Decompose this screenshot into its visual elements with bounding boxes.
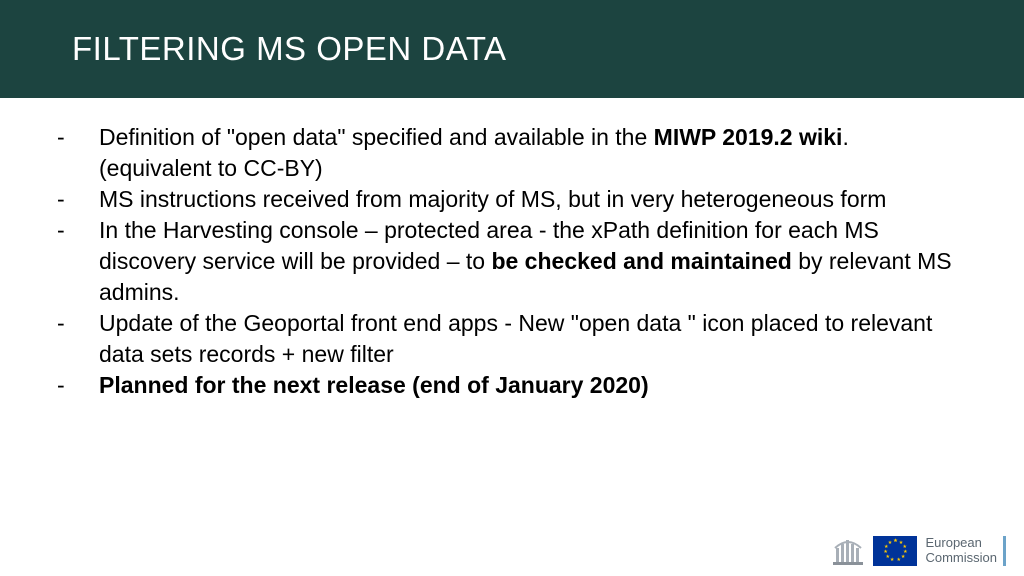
bullet-dash: - [55, 184, 99, 215]
ec-text: European Commission [925, 536, 1006, 566]
bullet-text: MS instructions received from majority o… [99, 184, 964, 215]
list-item: - Update of the Geoportal front end apps… [55, 308, 964, 370]
bullet-dash: - [55, 122, 99, 184]
list-item: - Planned for the next release (end of J… [55, 370, 964, 401]
bullet-list: - Definition of "open data" specified an… [55, 122, 964, 401]
eu-flag-icon: ★ ★ ★ ★ ★ ★ ★ ★ ★ ★ ★ ★ [873, 536, 917, 566]
ec-line2: Commission [925, 551, 997, 566]
slide-header: FILTERING MS OPEN DATA [0, 0, 1024, 98]
ec-logo: ★ ★ ★ ★ ★ ★ ★ ★ ★ ★ ★ ★ European Commiss… [831, 534, 1006, 568]
bullet-dash: - [55, 308, 99, 370]
bullet-dash: - [55, 215, 99, 308]
bullet-text: Update of the Geoportal front end apps -… [99, 308, 964, 370]
list-item: - MS instructions received from majority… [55, 184, 964, 215]
ec-line1: European [925, 536, 997, 551]
slide-title: FILTERING MS OPEN DATA [72, 30, 507, 68]
list-item: - In the Harvesting console – protected … [55, 215, 964, 308]
slide-content: - Definition of "open data" specified an… [0, 98, 1024, 401]
bullet-text: Definition of "open data" specified and … [99, 122, 964, 184]
bullet-text: In the Harvesting console – protected ar… [99, 215, 964, 308]
bullet-dash: - [55, 370, 99, 401]
building-icon [831, 534, 865, 568]
list-item: - Definition of "open data" specified an… [55, 122, 964, 184]
bullet-text: Planned for the next release (end of Jan… [99, 370, 964, 401]
